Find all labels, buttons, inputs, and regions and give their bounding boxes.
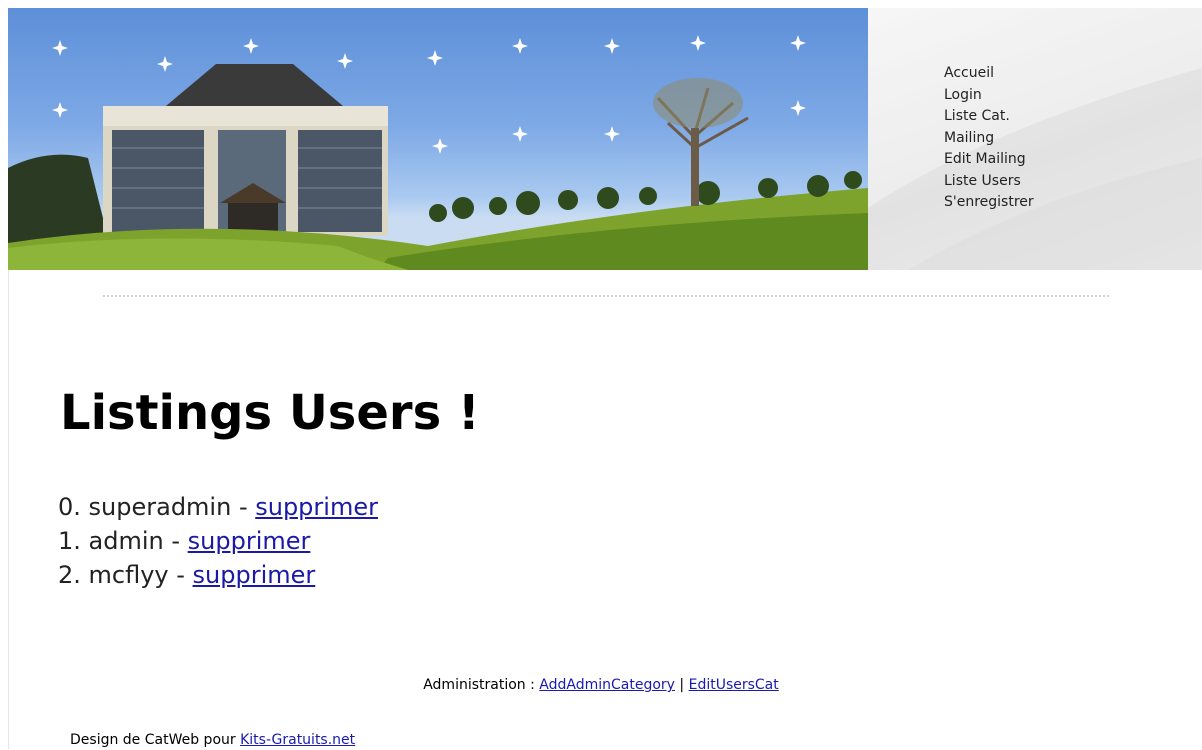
list-item: 1. admin - supprimer: [58, 524, 378, 558]
nav-item-mailing[interactable]: Mailing: [944, 128, 1034, 150]
delete-user-link[interactable]: supprimer: [188, 527, 311, 555]
list-item: 2. mcflyy - supprimer: [58, 558, 378, 592]
nav-panel: [868, 8, 1202, 270]
delete-user-link[interactable]: supprimer: [255, 493, 378, 521]
user-label: 2. mcflyy -: [58, 561, 193, 589]
user-label: 1. admin -: [58, 527, 188, 555]
list-item: 0. superadmin - supprimer: [58, 490, 378, 524]
page-title: Listings Users !: [60, 385, 480, 441]
delete-user-link[interactable]: supprimer: [193, 561, 316, 589]
nav-item-login[interactable]: Login: [944, 85, 1034, 107]
admin-label: Administration :: [423, 677, 540, 693]
nav-item-accueil[interactable]: Accueil: [944, 63, 1034, 85]
nav-item-liste-cat[interactable]: Liste Cat.: [944, 106, 1034, 128]
user-label: 0. superadmin -: [58, 493, 256, 521]
kits-gratuits-link[interactable]: Kits-Gratuits.net: [240, 732, 355, 748]
admin-separator: |: [674, 677, 689, 693]
footer-credit: Design de CatWeb pour Kits-Gratuits.net: [70, 730, 355, 750]
edit-users-cat-link[interactable]: EditUsersCat: [689, 677, 779, 693]
building-illustration: [103, 64, 388, 236]
header-banner-image: [8, 8, 868, 270]
main-nav: Accueil Login Liste Cat. Mailing Edit Ma…: [944, 63, 1034, 214]
admin-links: Administration : AddAdminCategory | Edit…: [0, 675, 1202, 695]
dotted-divider: [103, 295, 1109, 297]
nav-item-liste-users[interactable]: Liste Users: [944, 171, 1034, 193]
panel-swirl-decoration: [868, 8, 1202, 270]
user-list: 0. superadmin - supprimer 1. admin - sup…: [58, 490, 378, 592]
nav-item-edit-mailing[interactable]: Edit Mailing: [944, 149, 1034, 171]
nav-item-register[interactable]: S'enregistrer: [944, 192, 1034, 214]
footer-text: Design de CatWeb pour: [70, 732, 241, 748]
add-admin-category-link[interactable]: AddAdminCategory: [539, 677, 675, 693]
